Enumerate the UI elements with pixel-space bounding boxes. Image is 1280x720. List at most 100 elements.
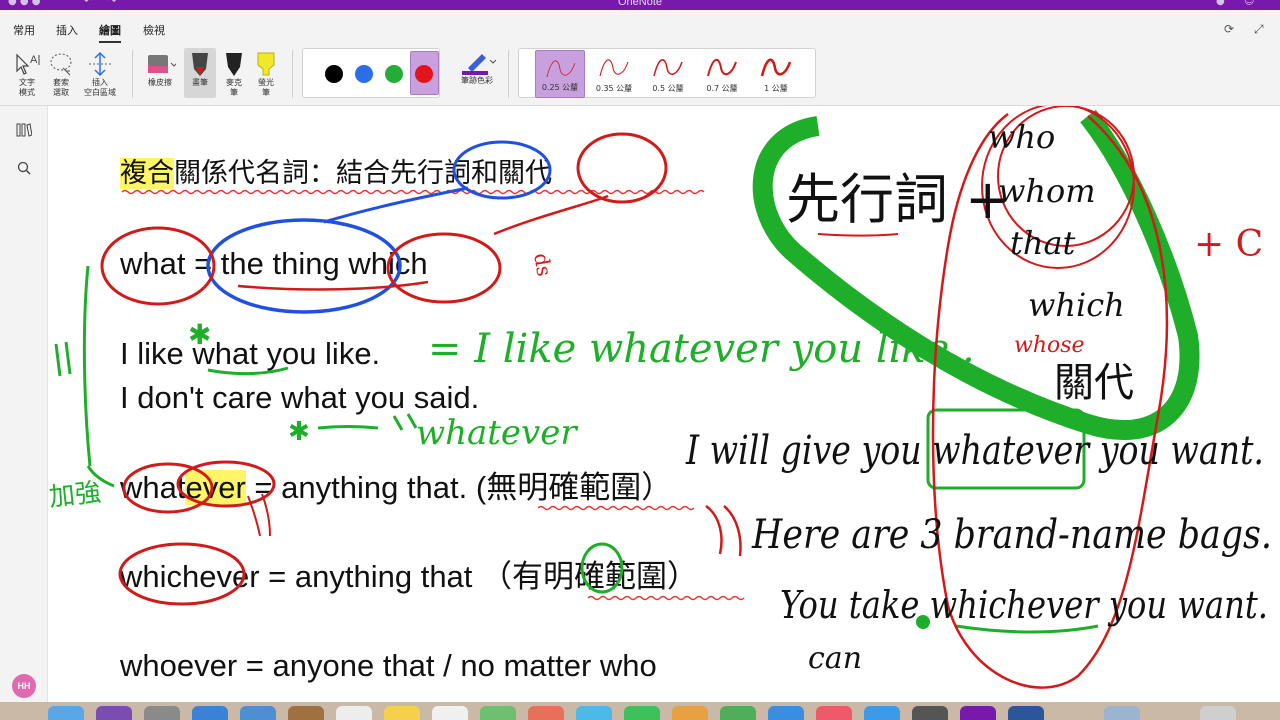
red-underline-thing: [237, 280, 429, 291]
sync-icon[interactable]: ⟳: [1224, 22, 1234, 36]
music-icon[interactable]: [816, 706, 852, 720]
numbers-icon[interactable]: [720, 706, 756, 720]
settings-icon[interactable]: [912, 706, 948, 720]
onenote-window: ● ● ● ↶ ↷ OneNote ● ☺ 常用 插入 繪圖 檢視 ⟳ ⤢ A …: [0, 0, 1280, 720]
green-bracket-line: [82, 265, 92, 467]
folder-icon[interactable]: [1104, 706, 1140, 720]
thickness-1[interactable]: 1 公釐: [751, 50, 801, 98]
title-highlight: 複合: [120, 158, 174, 189]
trash-icon[interactable]: [1200, 706, 1236, 720]
finder-icon[interactable]: [48, 706, 84, 720]
thickness-label: 0.35 公釐: [595, 84, 633, 93]
word-icon[interactable]: [1008, 706, 1044, 720]
contacts-icon[interactable]: [288, 706, 324, 720]
pen-button[interactable]: 畫筆: [184, 48, 216, 98]
line-what: what = the thing which: [120, 246, 428, 281]
color-swatch-black[interactable]: [325, 65, 343, 83]
avatar[interactable]: HH: [12, 674, 36, 698]
onenote-icon[interactable]: [960, 706, 996, 720]
red-whose-note: whose: [1014, 333, 1085, 358]
green-jiaqiang-note: 加強: [48, 478, 102, 513]
thickness-label: 1 公釐: [764, 84, 788, 93]
note-canvas[interactable]: 複合關係代名詞：結合先行詞和關代 what = the thing which …: [48, 106, 1280, 702]
ink-color-icon: [454, 48, 500, 76]
whatever-highlight: ever: [185, 470, 246, 505]
red-circle-who-2: [981, 106, 1135, 269]
tab-home[interactable]: 常用: [13, 22, 35, 38]
eraser-label: 橡皮擦: [148, 78, 172, 87]
red-circle-relative: [576, 132, 668, 204]
maps-icon[interactable]: [480, 706, 516, 720]
messages-icon[interactable]: [576, 706, 612, 720]
black-guandai: 關代: [1054, 360, 1134, 406]
black-sentence-2: Here are 3 brand-name bags.: [751, 512, 1272, 558]
pen-icon: [184, 50, 216, 78]
navigation-rail: HH: [0, 106, 48, 706]
eraser-button[interactable]: 橡皮擦: [140, 50, 180, 88]
mail-icon[interactable]: [240, 706, 276, 720]
tab-draw[interactable]: 繪圖: [99, 22, 121, 43]
reminders-icon[interactable]: [432, 706, 468, 720]
draw-ribbon: A 文字 模式 套索 選取 插入 空白區域 橡皮擦 畫筆 麥克 筆 螢光 筆 筆…: [0, 44, 1280, 106]
red-bracket-marks: [705, 504, 742, 557]
ribbon-divider: [508, 50, 509, 98]
siri-icon[interactable]: [96, 706, 132, 720]
red-underline-antecedent: [817, 233, 899, 237]
thickness-035[interactable]: 0.35 公釐: [589, 50, 639, 98]
pages-icon[interactable]: [672, 706, 708, 720]
lasso-select-button[interactable]: 套索 選取: [46, 50, 76, 98]
ink-color-label: 筆跡色彩: [461, 76, 493, 85]
svg-text:A: A: [30, 54, 38, 66]
green-star: ✱: [288, 417, 310, 447]
green-arrow-line: [317, 425, 379, 430]
lasso-icon: [46, 50, 76, 78]
smiley-feedback-icon[interactable]: ☺: [1244, 0, 1254, 7]
launchpad-icon[interactable]: [144, 706, 180, 720]
notes-icon[interactable]: [384, 706, 420, 720]
expand-icon[interactable]: ⤢: [1254, 22, 1264, 37]
safari-icon[interactable]: [192, 706, 228, 720]
thickness-label: 0.25 公釐: [541, 83, 579, 92]
green-bracket-foot: [86, 465, 115, 488]
red-link-line: [493, 194, 609, 236]
color-swatch-blue[interactable]: [355, 65, 373, 83]
marker-button[interactable]: 麥克 筆: [220, 50, 248, 98]
title-bar: ● ● ● ↶ ↷ OneNote ● ☺: [0, 0, 1280, 10]
highlighter-icon: [252, 50, 280, 78]
color-swatch-red[interactable]: [415, 65, 433, 83]
photos-icon[interactable]: [528, 706, 564, 720]
thickness-07[interactable]: 0.7 公釐: [697, 50, 747, 98]
app-store-icon[interactable]: [864, 706, 900, 720]
whatever-part1: what: [120, 470, 186, 505]
calendar-icon[interactable]: [336, 706, 372, 720]
tab-view[interactable]: 檢視: [143, 22, 165, 38]
app-title: OneNote: [617, 0, 663, 8]
black-which: which: [1028, 286, 1125, 324]
notebooks-icon[interactable]: [14, 120, 34, 140]
facetime-icon[interactable]: [624, 706, 660, 720]
ink-color-button[interactable]: 筆跡色彩: [454, 48, 500, 86]
marker-icon: [220, 50, 248, 78]
tab-insert[interactable]: 插入: [56, 22, 78, 38]
search-icon[interactable]: [14, 158, 34, 178]
highlighter-button[interactable]: 螢光 筆: [252, 50, 280, 98]
pen-label: 畫筆: [192, 78, 208, 87]
green-quote-mark: [392, 413, 418, 431]
thickness-label: 0.7 公釐: [706, 84, 738, 93]
black-can-note: can: [808, 641, 862, 676]
insert-space-button[interactable]: 插入 空白區域: [80, 50, 120, 98]
insert-space-label: 插入 空白區域: [84, 78, 116, 97]
thickness-05[interactable]: 0.5 公釐: [643, 50, 693, 98]
line-like: I like what you like.: [120, 336, 381, 371]
green-box-whatever: [926, 408, 1086, 490]
notifications-icon[interactable]: ●: [1216, 0, 1225, 7]
text-mode-button[interactable]: A 文字 模式: [10, 50, 44, 98]
lasso-label: 套索 選取: [53, 78, 69, 97]
ribbon-divider: [292, 50, 293, 98]
insert-space-icon: [80, 50, 120, 78]
green-i-like-whatever: = I like whatever you like .: [428, 326, 975, 372]
keynote-icon[interactable]: [768, 706, 804, 720]
color-swatch-green[interactable]: [385, 65, 403, 83]
thickness-025[interactable]: 0.25 公釐: [535, 50, 585, 98]
green-big-loop: [752, 109, 1200, 441]
